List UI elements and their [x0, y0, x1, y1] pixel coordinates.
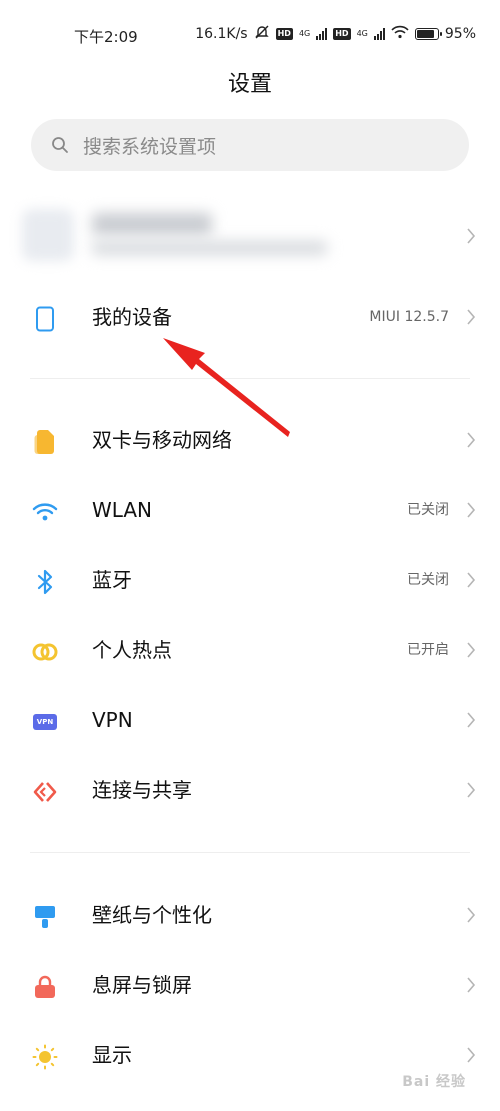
hotspot-icon [30, 637, 60, 667]
row-label: 息屏与锁屏 [92, 973, 192, 997]
chevron-right-icon [467, 907, 476, 923]
row-value: 已关闭 [407, 572, 449, 588]
page-title: 设置 [227, 72, 272, 97]
status-icons: 16.1K/s HD 4G HD 4G 95% [195, 24, 476, 44]
watermark: Bai 经验 [402, 1074, 466, 1090]
row-label: 我的设备 [92, 305, 172, 329]
row-value: 已开启 [407, 642, 449, 658]
signal-icon-2 [373, 28, 385, 40]
search-icon [52, 137, 68, 153]
wifi-status-icon [391, 25, 409, 43]
vpn-icon: VPN [30, 707, 60, 737]
row-wallpaper[interactable]: 壁纸与个性化 [0, 880, 500, 950]
vpn-badge: VPN [33, 714, 57, 730]
chevron-right-icon [467, 712, 476, 728]
signal-icon-1 [316, 28, 328, 40]
row-vpn[interactable]: VPN VPN [0, 685, 500, 755]
chevron-right-icon [467, 977, 476, 993]
sim-card-icon [30, 427, 60, 457]
row-label: 双卡与移动网络 [92, 428, 232, 452]
chevron-right-icon [467, 642, 476, 658]
search-placeholder: 搜索系统设置项 [83, 135, 217, 158]
wifi-icon [30, 497, 60, 527]
row-label: WLAN [92, 498, 153, 522]
network-type-1: 4G [298, 29, 311, 38]
avatar [22, 209, 74, 261]
chevron-right-icon [467, 309, 476, 325]
row-value: 已关闭 [407, 502, 449, 518]
connection-share-icon [30, 777, 60, 807]
mute-icon [254, 24, 270, 44]
account-id-blurred [92, 241, 327, 255]
account-card[interactable] [22, 195, 478, 279]
chevron-right-icon [467, 572, 476, 588]
chevron-right-icon [467, 432, 476, 448]
network-speed: 16.1K/s [195, 26, 248, 42]
row-my-device[interactable]: 我的设备 MIUI 12.5.7 [0, 282, 500, 352]
sun-icon [30, 1042, 60, 1072]
chevron-right-icon [467, 1047, 476, 1063]
bluetooth-icon [30, 567, 60, 597]
network-type-2: 4G [356, 29, 368, 38]
chevron-right-icon [467, 228, 476, 244]
search-bar[interactable]: 搜索系统设置项 [31, 119, 469, 171]
row-lock-screen[interactable]: 息屏与锁屏 [0, 950, 500, 1020]
section-divider [30, 378, 470, 379]
row-hotspot[interactable]: 个人热点 已开启 [0, 615, 500, 685]
account-name-blurred [92, 213, 212, 235]
row-label: 蓝牙 [92, 568, 132, 592]
row-wlan[interactable]: WLAN 已关闭 [0, 475, 500, 545]
chevron-right-icon [467, 502, 476, 518]
lock-icon [30, 972, 60, 1002]
battery-icon [414, 28, 442, 40]
status-bar: 下午2:09 16.1K/s HD 4G HD 4G 95% [0, 0, 500, 70]
wallpaper-icon [30, 902, 60, 932]
row-label: VPN [92, 708, 133, 732]
row-connection-share[interactable]: 连接与共享 [0, 755, 500, 825]
chevron-right-icon [467, 782, 476, 798]
row-value: MIUI 12.5.7 [369, 309, 449, 325]
battery-percent: 95% [444, 26, 476, 42]
row-label: 壁纸与个性化 [92, 903, 212, 927]
row-sim-network[interactable]: 双卡与移动网络 [0, 405, 500, 475]
phone-icon [30, 304, 60, 334]
section-divider [30, 852, 470, 853]
hd-badge-1: HD [275, 28, 293, 40]
hd-badge-2: HD [333, 28, 351, 40]
row-label: 连接与共享 [92, 778, 192, 802]
row-label: 个人热点 [92, 638, 172, 662]
row-label: 显示 [92, 1043, 132, 1067]
status-time: 下午2:09 [74, 28, 138, 46]
row-bluetooth[interactable]: 蓝牙 已关闭 [0, 545, 500, 615]
